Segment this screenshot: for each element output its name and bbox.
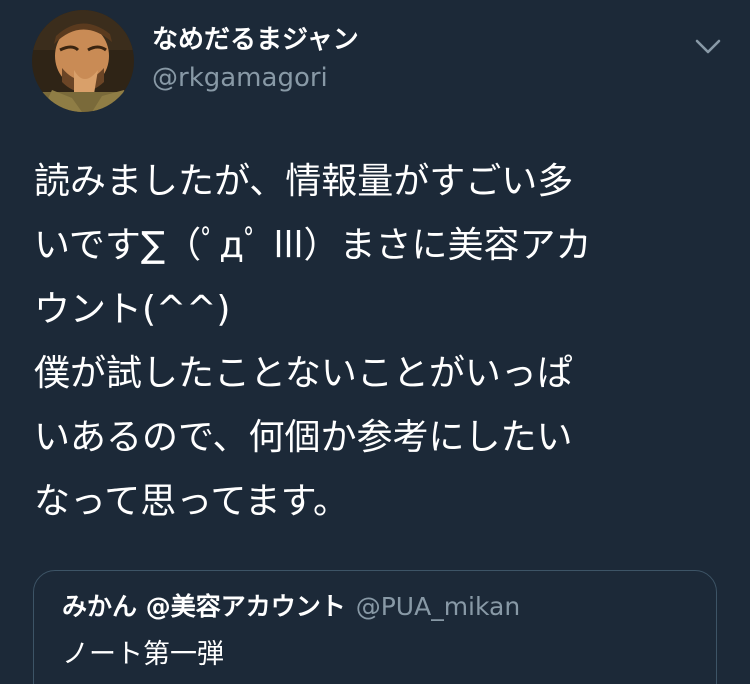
tweet-body-line: ウント(^^) xyxy=(34,289,231,330)
tweet: なめだるまジャン @rkgamagori 読みましたが、情報量がすごい多 いです… xyxy=(0,0,750,684)
tweet-body-line: いあるので、何個か参考にしたい xyxy=(34,417,573,458)
author-display-name[interactable]: なめだるまジャン xyxy=(152,24,359,56)
tweet-body-line: なって思ってます。 xyxy=(34,481,350,522)
tweet-body: 読みましたが、情報量がすごい多 いです∑（ﾟдﾟ lll）まさに美容アカ ウント… xyxy=(34,150,734,534)
quoted-handle: @PUA_mikan xyxy=(355,592,521,621)
quoted-tweet-text: ノート第一弾 xyxy=(62,639,224,670)
avatar-image xyxy=(32,10,134,112)
quoted-tweet-card[interactable]: みかん @美容アカウント @PUA_mikan ノート第一弾 xyxy=(33,570,717,684)
author-handle[interactable]: @rkgamagori xyxy=(152,62,328,94)
tweet-body-line: いです∑（ﾟдﾟ lll）まさに美容アカ xyxy=(34,225,592,266)
tweet-menu-button[interactable] xyxy=(692,32,724,60)
author-avatar[interactable] xyxy=(32,10,134,112)
chevron-down-icon xyxy=(695,39,721,54)
quoted-tweet-header: みかん @美容アカウント @PUA_mikan xyxy=(62,591,520,623)
tweet-body-line: 僕が試したことないことがいっぱ xyxy=(34,353,573,394)
quoted-display-name: みかん @美容アカウント xyxy=(62,592,346,621)
tweet-body-line: 読みましたが、情報量がすごい多 xyxy=(34,161,574,202)
